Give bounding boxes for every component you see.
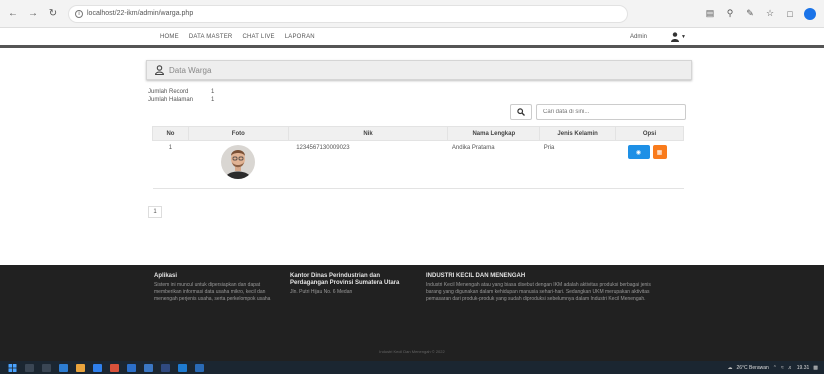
weather-icon: ☁ [727, 364, 733, 371]
weather-text[interactable]: 26°C Berawan [737, 365, 769, 371]
cell-jenis-kelamin: Pria [539, 140, 616, 189]
office-icon[interactable] [110, 363, 119, 372]
store-icon[interactable] [161, 363, 170, 372]
file-explorer-icon[interactable] [59, 363, 68, 372]
pagination-page-1[interactable]: 1 [148, 206, 162, 218]
footer-heading: Kantor Dinas Perindustrian dan Perdagang… [290, 273, 400, 286]
bookmark-star-icon[interactable]: ☆ [764, 8, 776, 20]
cell-opsi: ◉ ▦ [615, 140, 684, 189]
nav-chat-live[interactable]: CHAT LIVE [242, 34, 274, 40]
user-name[interactable]: Admin [630, 34, 647, 40]
cell-nik: 1234567130009023 [288, 140, 448, 189]
record-stats: Jumlah Record 1 Jumlah Halaman 1 [148, 88, 214, 104]
search-input[interactable] [536, 104, 686, 120]
col-header-jenis-kelamin: Jenis Kelamin [539, 126, 617, 141]
user-outline-icon [155, 65, 164, 75]
col-header-nik: Nik [287, 126, 449, 141]
col-header-no: No [152, 126, 189, 141]
edge-icon[interactable] [93, 363, 102, 372]
search-group [510, 104, 686, 120]
profile-avatar-icon[interactable] [804, 7, 816, 20]
read-aloud-icon[interactable]: ▤ [704, 8, 716, 20]
user-icon[interactable] [671, 32, 679, 42]
trash-icon: ▦ [656, 149, 663, 156]
page-count-label: Jumlah Halaman [148, 97, 194, 103]
word-icon[interactable] [127, 363, 136, 372]
search-taskbar-icon[interactable] [25, 363, 34, 372]
site-navbar: HOME DATA MASTER CHAT LIVE LAPORAN Admin… [0, 28, 824, 48]
cell-foto [188, 140, 289, 189]
footer: Aplikasi Sistem ini muncul untuk dipersi… [0, 265, 824, 361]
table-row: 1 1234567130009023 Andika Pratama Pria ◉… [152, 140, 684, 189]
col-header-foto: Foto [187, 126, 289, 141]
site-info-icon[interactable]: i [75, 9, 83, 18]
url-text: localhost/22-ikm/admin/warga.php [87, 10, 194, 17]
footer-column-ikm: INDUSTRI KECIL DAN MENENGAH Industri Kec… [426, 273, 666, 303]
nav-home[interactable]: HOME [160, 34, 179, 40]
cell-nama: Andika Pratama [447, 140, 540, 189]
chevron-up-icon[interactable]: ⌃ [773, 365, 777, 371]
panel-header: Data Warga [146, 60, 692, 80]
address-bar[interactable]: i localhost/22-ikm/admin/warga.php [68, 4, 628, 23]
footer-text: Sistem ini muncul untuk dipersiapkan dan… [154, 282, 271, 302]
col-header-nama: Nama Lengkap [447, 126, 541, 141]
mail-icon[interactable] [178, 363, 187, 372]
nav-laporan[interactable]: LAPORAN [285, 34, 315, 40]
extensions-icon[interactable]: ✎ [744, 8, 756, 20]
cell-no: 1 [152, 140, 189, 189]
record-count-label: Jumlah Record [148, 89, 189, 95]
zoom-icon[interactable]: ⚲ [724, 8, 736, 20]
avatar [221, 145, 256, 179]
wifi-icon[interactable]: ≈ [781, 365, 784, 371]
footer-column-kantor: Kantor Dinas Perindustrian dan Perdagang… [290, 273, 410, 296]
footer-text: Jln. Putri Hijau No. 6 Medan [290, 289, 353, 295]
vscode-icon[interactable] [144, 363, 153, 372]
notification-icon[interactable]: ▩ [813, 365, 818, 371]
view-button[interactable]: ◉ [627, 145, 650, 159]
table-header-row: No Foto Nik Nama Lengkap Jenis Kelamin O… [152, 126, 684, 141]
browser-toolbar: ← → ↻ i localhost/22-ikm/admin/warga.php… [0, 0, 824, 28]
reload-icon[interactable]: ↻ [46, 7, 60, 21]
volume-icon[interactable]: ♬ [788, 365, 793, 371]
chrome-icon[interactable] [76, 363, 85, 372]
clock[interactable]: 19.31 [797, 365, 810, 371]
footer-heading: Aplikasi [154, 273, 178, 279]
page-title: Data Warga [169, 65, 212, 75]
search-icon [517, 108, 525, 116]
back-icon[interactable]: ← [6, 7, 20, 21]
tab-icon[interactable]: □ [784, 8, 796, 20]
os-taskbar: ☁ 26°C Berawan ⌃ ≈ ♬ 19.31 ▩ [0, 361, 824, 374]
search-button[interactable] [510, 104, 532, 120]
copyright-text: Industri Kecil Dan Menengah © 2022 [379, 349, 445, 354]
record-count-value: 1 [211, 89, 215, 95]
footer-heading: INDUSTRI KECIL DAN MENENGAH [426, 273, 526, 279]
task-view-icon[interactable] [42, 363, 51, 372]
delete-button[interactable]: ▦ [652, 145, 667, 159]
chevron-down-icon[interactable]: ▼ [681, 34, 686, 40]
nav-data-master[interactable]: DATA MASTER [189, 34, 233, 40]
windows-start-icon[interactable] [8, 363, 17, 372]
forward-icon[interactable]: → [26, 7, 40, 21]
footer-column-aplikasi: Aplikasi Sistem ini muncul untuk dipersi… [154, 273, 278, 303]
col-header-opsi: Opsi [615, 126, 684, 141]
eye-icon: ◉ [635, 149, 642, 156]
system-tray: ☁ 26°C Berawan ⌃ ≈ ♬ 19.31 ▩ [728, 365, 819, 371]
warga-table: No Foto Nik Nama Lengkap Jenis Kelamin O… [152, 126, 684, 189]
app-icon[interactable] [195, 363, 204, 372]
page-count-value: 1 [211, 97, 215, 103]
footer-text: Industri Kecil Menengah atau yang biasa … [426, 282, 651, 302]
